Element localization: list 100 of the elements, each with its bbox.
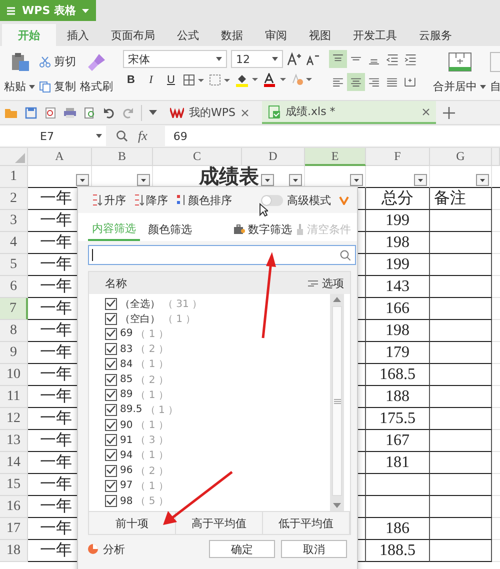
scrollbar[interactable] xyxy=(330,294,344,511)
column-header[interactable]: A xyxy=(28,148,92,166)
merge-center-button[interactable]: 合并居中 xyxy=(433,79,486,94)
filter-item[interactable]: 69 （ 1 ） xyxy=(89,326,330,342)
row-header[interactable]: 4 xyxy=(0,232,28,254)
number-filter-button[interactable]: 数字筛选 xyxy=(234,217,292,241)
fill-color-icon[interactable] xyxy=(235,73,259,87)
paste-button[interactable]: 粘贴 xyxy=(4,79,35,94)
scroll-thumb[interactable] xyxy=(332,306,342,496)
checkbox[interactable] xyxy=(105,374,117,386)
checkbox[interactable] xyxy=(105,434,117,446)
checkbox[interactable] xyxy=(105,312,117,325)
ribbon-tab[interactable]: 云服务 xyxy=(408,24,463,46)
filter-dropdown-icon[interactable] xyxy=(350,174,363,186)
dialog-button[interactable]: 确定 xyxy=(209,540,275,558)
underline-button[interactable]: U xyxy=(163,74,179,86)
filter-dropdown-icon[interactable] xyxy=(76,174,89,186)
filter-dropdown-icon[interactable] xyxy=(476,174,489,186)
undo-icon[interactable] xyxy=(103,106,115,118)
row-header[interactable]: 15 xyxy=(0,474,28,496)
row-header[interactable]: 2 xyxy=(0,188,28,210)
table-style-icon[interactable] xyxy=(209,74,231,86)
scroll-down-icon[interactable] xyxy=(333,503,341,508)
checkbox[interactable] xyxy=(105,298,117,310)
ribbon-tab[interactable]: 页面布局 xyxy=(100,24,166,46)
document-tab[interactable]: 成绩.xls * xyxy=(262,101,436,124)
ribbon-tab[interactable]: 数据 xyxy=(210,24,254,46)
filter-dropdown-icon[interactable] xyxy=(261,174,274,186)
row-header[interactable]: 11 xyxy=(0,386,28,408)
font-size-select[interactable]: 12 xyxy=(231,50,283,68)
row-header[interactable]: 3 xyxy=(0,210,28,232)
filter-item[interactable]: 97 （ 1 ） xyxy=(89,478,330,494)
row-header[interactable]: 12 xyxy=(0,408,28,430)
print-icon[interactable] xyxy=(63,106,77,118)
column-header[interactable]: B xyxy=(92,148,153,166)
align-center-icon[interactable] xyxy=(347,71,365,93)
filter-item[interactable]: 89 （ 1 ） xyxy=(89,387,330,402)
filter-dropdown-icon[interactable] xyxy=(137,174,150,186)
align-top-icon[interactable] xyxy=(329,48,347,70)
checkbox[interactable] xyxy=(105,419,117,432)
dropdown-icon[interactable] xyxy=(149,110,157,115)
column-header[interactable]: F xyxy=(366,148,430,166)
sort-button[interactable]: 降序 xyxy=(134,192,168,208)
filter-item[interactable]: 96 （ 2 ） xyxy=(89,463,330,478)
column-header[interactable]: G xyxy=(430,148,492,166)
checkbox[interactable] xyxy=(105,404,117,416)
filter-item[interactable]: 94 （ 1 ） xyxy=(89,448,330,464)
eraser-icon[interactable] xyxy=(291,73,313,87)
checkbox[interactable] xyxy=(105,358,117,370)
sort-button[interactable]: 颜色排序 xyxy=(176,192,232,208)
ribbon-tab[interactable]: 视图 xyxy=(298,24,342,46)
filter-dropdown-icon[interactable] xyxy=(414,174,427,186)
row-header[interactable]: 16 xyxy=(0,496,28,518)
filter-item[interactable]: 90 （ 1 ） xyxy=(89,418,330,433)
row-header[interactable]: 13 xyxy=(0,430,28,452)
column-header[interactable]: C xyxy=(153,148,242,166)
ribbon-tab[interactable]: 审阅 xyxy=(254,24,298,46)
checkbox[interactable] xyxy=(105,388,117,401)
dialog-button[interactable]: 取消 xyxy=(281,540,347,558)
zoom-icon[interactable] xyxy=(116,130,128,142)
row-header[interactable]: 5 xyxy=(0,254,28,276)
filter-item[interactable]: （空白） （ 1 ） xyxy=(89,311,330,326)
close-icon[interactable] xyxy=(422,108,430,116)
function-button[interactable]: fx xyxy=(138,128,148,144)
close-icon[interactable] xyxy=(240,108,248,116)
search-field[interactable] xyxy=(88,245,356,265)
toggle-switch[interactable] xyxy=(261,194,283,206)
row-header[interactable]: 17 xyxy=(0,518,28,540)
checkbox[interactable] xyxy=(105,449,117,462)
row-header[interactable]: 7 xyxy=(0,298,28,320)
filter-item[interactable]: 91 （ 3 ） xyxy=(89,432,330,448)
checkbox[interactable] xyxy=(105,343,117,356)
ribbon-tab[interactable]: 开发工具 xyxy=(342,24,408,46)
checkbox[interactable] xyxy=(105,480,117,492)
options-button[interactable]: 选项 xyxy=(308,276,344,290)
document-tab[interactable]: 我的WPS xyxy=(164,101,254,124)
font-color-icon[interactable] xyxy=(263,73,287,87)
row-header[interactable]: 8 xyxy=(0,320,28,342)
name-box[interactable]: E7 xyxy=(0,126,106,146)
grow-font-icon[interactable] xyxy=(287,52,301,66)
filter-dropdown-icon[interactable] xyxy=(289,174,302,186)
row-header[interactable]: 14 xyxy=(0,452,28,474)
row-header[interactable]: 1 xyxy=(0,166,28,188)
filter-item[interactable]: 85 （ 2 ） xyxy=(89,372,330,388)
font-select[interactable]: 宋体 xyxy=(123,50,227,68)
filter-item[interactable]: 84 （ 1 ） xyxy=(89,356,330,372)
bold-button[interactable]: B xyxy=(123,74,139,86)
formula-input[interactable]: 69 xyxy=(165,126,500,146)
filter-item[interactable]: 98 （ 5 ） xyxy=(89,493,330,509)
ribbon-tab[interactable]: 插入 xyxy=(56,24,100,46)
column-header[interactable]: D xyxy=(242,148,305,166)
save-icon[interactable] xyxy=(25,106,37,118)
ribbon-tab[interactable]: 公式 xyxy=(166,24,210,46)
sort-button[interactable]: 升序 xyxy=(92,192,126,208)
checkbox[interactable] xyxy=(105,495,117,508)
format-painter-button[interactable]: 格式刷 xyxy=(80,79,113,94)
quick-filter-button[interactable]: 低于平均值 xyxy=(263,512,350,534)
preview-icon[interactable] xyxy=(84,106,96,118)
border-icon[interactable] xyxy=(183,74,205,86)
row-header[interactable]: 10 xyxy=(0,364,28,386)
